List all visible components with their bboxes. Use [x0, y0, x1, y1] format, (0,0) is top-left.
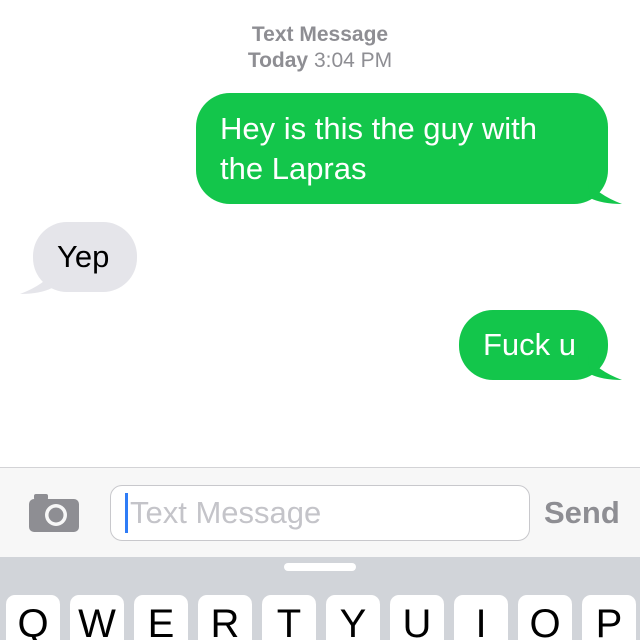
keyboard-handle[interactable]: [284, 563, 356, 571]
key-t[interactable]: T: [262, 595, 316, 640]
message-input-placeholder: Text Message: [130, 495, 322, 530]
key-p[interactable]: P: [582, 595, 636, 640]
text-caret: [125, 493, 128, 533]
key-o[interactable]: O: [518, 595, 572, 640]
keyboard-top-row: Q W E R T Y U I O P: [0, 595, 640, 640]
keyboard: Q W E R T Y U I O P: [0, 557, 640, 640]
bubble-tail-icon: [588, 180, 622, 204]
message-bubble-sent[interactable]: Hey is this the guy with the Lapras: [196, 93, 608, 204]
compose-bar: Text Message Send: [0, 467, 640, 557]
bubble-tail-icon: [20, 270, 54, 294]
key-r[interactable]: R: [198, 595, 252, 640]
timestamp: Today 3:04 PM: [0, 48, 640, 74]
message-bubble-sent[interactable]: Fuck u: [459, 310, 608, 380]
key-e[interactable]: E: [134, 595, 188, 640]
key-u[interactable]: U: [390, 595, 444, 640]
service-label: Text Message: [251, 23, 389, 46]
message-input[interactable]: Text Message: [110, 485, 530, 541]
key-w[interactable]: W: [70, 595, 124, 640]
timestamp-time: 3:04 PM: [313, 49, 393, 72]
timestamp-day: Today: [247, 49, 309, 72]
key-i[interactable]: I: [454, 595, 508, 640]
key-y[interactable]: Y: [326, 595, 380, 640]
camera-button[interactable]: [26, 488, 82, 538]
key-q[interactable]: Q: [6, 595, 60, 640]
conversation-header: Text Message Today 3:04 PM: [0, 22, 640, 74]
bubble-tail-icon: [588, 356, 622, 380]
send-button[interactable]: Send: [544, 495, 620, 531]
camera-icon: [29, 494, 79, 532]
